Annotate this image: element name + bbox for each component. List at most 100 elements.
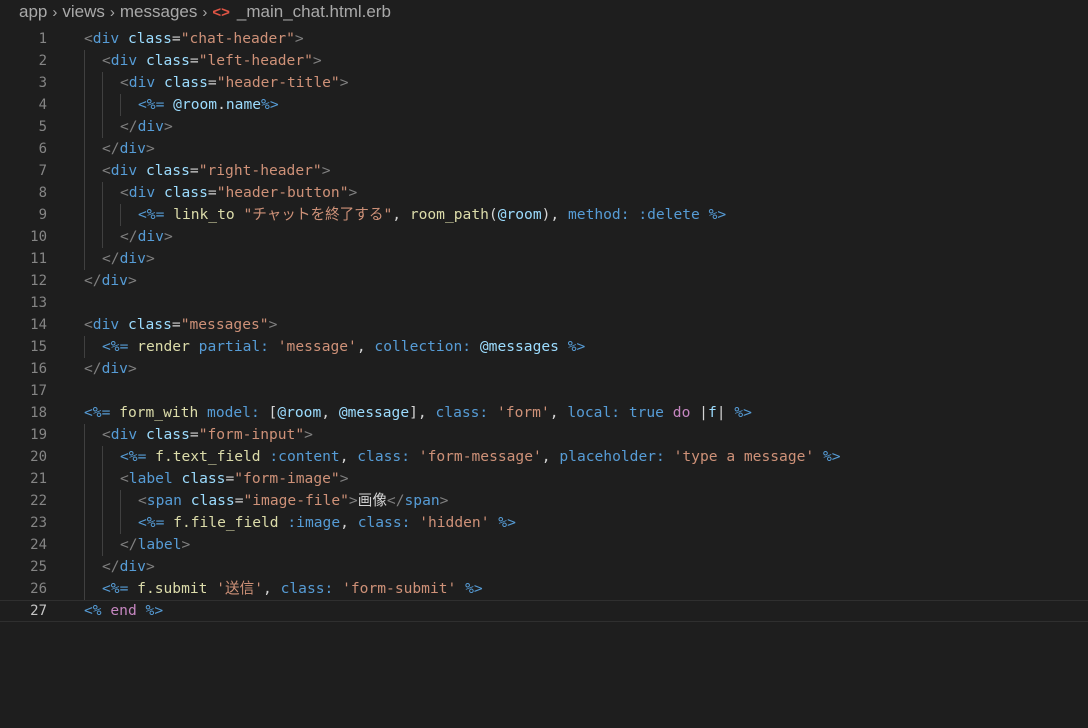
line-number: 4 <box>38 97 47 113</box>
code-token: 'form' <box>497 404 550 421</box>
code-line[interactable]: 22 <span class="image-file">画像</span> <box>0 490 1088 512</box>
code-token: class <box>163 184 208 201</box>
code-line[interactable]: 24 </label> <box>0 534 1088 556</box>
code-line[interactable]: 12 </div> <box>0 270 1088 292</box>
code-token: div <box>92 316 120 333</box>
code-token: <%= <box>120 448 147 465</box>
indent-guide <box>120 490 121 512</box>
line-number: 11 <box>30 251 47 267</box>
breadcrumb-item-file[interactable]: _main_chat.html.erb <box>237 2 391 22</box>
code-line[interactable]: 3 <div class="header-title"> <box>0 72 1088 94</box>
code-token: %> <box>261 96 279 113</box>
code-line[interactable]: 21 <label class="form-image"> <box>0 468 1088 490</box>
code-token: placeholder: <box>559 448 665 465</box>
breadcrumb-item-messages[interactable]: messages <box>120 2 197 22</box>
code-line[interactable]: 7 <div class="right-header"> <box>0 160 1088 182</box>
code-token: < <box>120 184 129 201</box>
code-token: </ <box>84 272 102 289</box>
code-line[interactable]: 19 <div class="form-input"> <box>0 424 1088 446</box>
code-line[interactable]: 11 </div> <box>0 248 1088 270</box>
code-token: "form-image" <box>234 470 340 487</box>
code-token: 'message' <box>277 338 357 355</box>
code-token: div <box>137 228 164 245</box>
code-token: class <box>145 52 190 69</box>
code-line[interactable]: 13 <box>0 292 1088 314</box>
code-line[interactable]: 8 <div class="header-button"> <box>0 182 1088 204</box>
code-line[interactable]: 23 <%= f.file_field :image, class: 'hidde… <box>0 512 1088 534</box>
code-token: class <box>127 316 172 333</box>
code-line[interactable]: 14 <div class="messages"> <box>0 314 1088 336</box>
code-line[interactable]: 26 <%= f.submit '送信', class: 'form-submit… <box>0 578 1088 600</box>
code-line[interactable]: 20 <%= f.text_field :content, class: 'for… <box>0 446 1088 468</box>
code-token: link_to <box>173 206 235 223</box>
code-text: <%= f.file_field :image, class: 'hidden'… <box>138 512 516 534</box>
code-token: </ <box>102 140 120 157</box>
code-token: > <box>145 558 155 575</box>
line-number: 15 <box>30 339 47 355</box>
code-token: @room <box>173 96 218 113</box>
code-token: < <box>102 426 111 443</box>
indent-guide <box>102 94 103 116</box>
code-line[interactable]: 2 <div class="left-header"> <box>0 50 1088 72</box>
indent-guide <box>84 512 85 534</box>
indent-guide <box>120 94 121 116</box>
code-token: ( <box>488 206 498 223</box>
code-token: 'type a message' <box>673 448 815 465</box>
code-token: , <box>356 338 375 355</box>
code-token: < <box>120 470 129 487</box>
code-line[interactable]: 6 </div> <box>0 138 1088 160</box>
code-token: "messages" <box>180 316 269 333</box>
code-line[interactable]: 27 <% end %> <box>0 600 1088 622</box>
code-line[interactable]: 15 <%= render partial: 'message', collect… <box>0 336 1088 358</box>
code-token: div <box>137 118 164 135</box>
code-token: div <box>92 30 120 47</box>
code-text: <%= render partial: 'message', collectio… <box>102 336 585 358</box>
line-number: 17 <box>30 383 47 399</box>
code-token: %> <box>465 580 483 597</box>
breadcrumb-item-views[interactable]: views <box>62 2 105 22</box>
indent-guide <box>102 226 103 248</box>
code-token: model: <box>207 404 260 421</box>
code-token: <%= <box>102 338 129 355</box>
code-line[interactable]: 4 <%= @room.name%> <box>0 94 1088 116</box>
code-line[interactable]: 25 </div> <box>0 556 1088 578</box>
breadcrumb-item-app[interactable]: app <box>19 2 47 22</box>
code-line[interactable]: 1 <div class="chat-header"> <box>0 28 1088 50</box>
code-line[interactable]: 16 </div> <box>0 358 1088 380</box>
code-token: class: <box>280 580 334 597</box>
code-token: div <box>128 74 156 91</box>
code-token: render <box>137 338 190 355</box>
code-token: </ <box>102 558 120 575</box>
code-line[interactable]: 10 </div> <box>0 226 1088 248</box>
code-token: ], <box>409 404 436 421</box>
indent-guide <box>102 204 103 226</box>
code-token: < <box>102 52 111 69</box>
code-line[interactable]: 17 <box>0 380 1088 402</box>
code-line[interactable]: 18 <%= form_with model: [@room, @message]… <box>0 402 1088 424</box>
code-token: %> <box>498 514 516 531</box>
code-token: = <box>207 74 217 91</box>
line-number: 8 <box>38 185 47 201</box>
code-token: class <box>190 492 235 509</box>
code-token: , <box>549 404 568 421</box>
code-token: <%= <box>84 404 111 421</box>
code-token: > <box>304 426 313 443</box>
code-text: <div class="right-header"> <box>102 160 331 182</box>
code-token: "form-input" <box>198 426 305 443</box>
code-text: </div> <box>102 138 155 160</box>
code-line[interactable]: 5 </div> <box>0 116 1088 138</box>
code-token: collection: <box>374 338 472 355</box>
code-editor[interactable]: 1 <div class="chat-header"> 2 <div class="l… <box>0 28 1088 728</box>
code-token: > <box>348 492 358 509</box>
indent-guide <box>84 468 85 490</box>
code-line[interactable]: 9 <%= link_to "チャットを終了する", room_path(@roo… <box>0 204 1088 226</box>
